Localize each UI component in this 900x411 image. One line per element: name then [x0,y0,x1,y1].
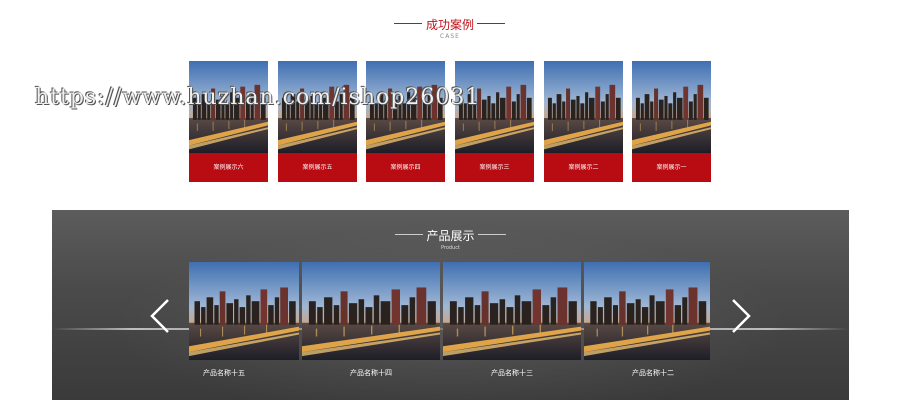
case-subtitle: CASE [440,33,460,40]
product-image [443,262,581,360]
product-title: 产品展示 [426,229,475,243]
watermark-text: https://www.huzhan.com/ishop26031 [35,85,481,110]
product-label[interactable]: 产品名称十五 [189,368,259,380]
product-label[interactable]: 产品名称十四 [336,368,406,380]
product-card-4[interactable] [584,262,710,360]
case-section-header: 成功案例 CASE [0,16,900,40]
product-image [189,262,299,360]
case-title: 成功案例 [425,18,474,32]
chevron-right-icon[interactable] [729,298,753,334]
product-label[interactable]: 产品名称十二 [618,368,688,380]
case-label: 案例展示三 [479,164,510,171]
case-card-4[interactable]: 案例展示三 [455,61,534,182]
product-section-header: 产品展示 Product [52,227,849,251]
case-card-6[interactable]: 案例展示一 [632,61,711,182]
case-label: 案例展示一 [656,164,687,171]
case-image [544,61,623,153]
case-card-3[interactable]: 案例展示四 [366,61,445,182]
case-label: 案例展示五 [302,164,333,171]
product-subtitle: Product [441,245,460,251]
case-image [632,61,711,153]
product-card-2[interactable] [302,262,440,360]
case-card-5[interactable]: 案例展示二 [544,61,623,182]
chevron-left-icon[interactable] [148,298,172,334]
product-image [302,262,440,360]
product-label[interactable]: 产品名称十三 [477,368,547,380]
case-label: 案例展示二 [568,164,599,171]
product-image [584,262,710,360]
case-label: 案例展示六 [213,164,244,171]
case-label: 案例展示四 [390,164,421,171]
case-card-1[interactable]: 案例展示六 [189,61,268,182]
product-card-1[interactable] [189,262,299,360]
product-card-3[interactable] [443,262,581,360]
case-card-2[interactable]: 案例展示五 [278,61,357,182]
